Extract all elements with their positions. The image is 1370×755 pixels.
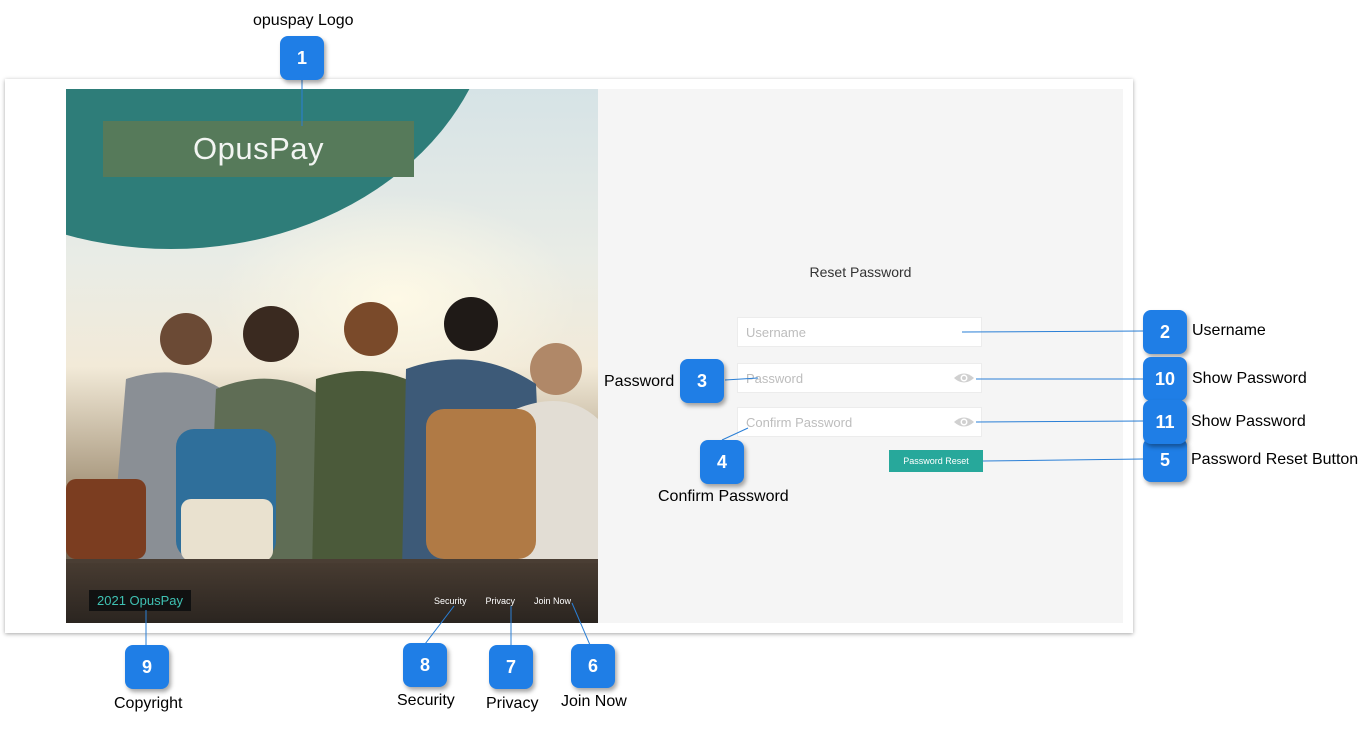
callout-label-10: Show Password	[1192, 370, 1307, 387]
callout-badge-10: 10	[1143, 357, 1187, 401]
callout-label-8: Security	[397, 692, 455, 709]
security-link[interactable]: Security	[434, 596, 467, 606]
callout-badge-2: 2	[1143, 310, 1187, 354]
callout-label-1: opuspay Logo	[253, 12, 354, 29]
callout-badge-4: 4	[700, 440, 744, 484]
callout-badge-6: 6	[571, 644, 615, 688]
password-field	[737, 363, 982, 393]
username-field	[737, 317, 982, 347]
show-confirm-password-eye-icon[interactable]	[953, 414, 975, 430]
confirm-password-input[interactable]	[738, 408, 954, 436]
callout-badge-9: 9	[125, 645, 169, 689]
callout-label-2: Username	[1192, 322, 1266, 339]
callout-label-3: Password	[604, 373, 675, 390]
copyright-text: 2021 OpusPay	[89, 590, 192, 611]
form-title: Reset Password	[809, 264, 912, 280]
reset-form-panel: Reset Password Password Reset	[598, 89, 1123, 623]
password-input[interactable]	[738, 364, 954, 392]
callout-label-7: Privacy	[486, 695, 539, 712]
callout-label-6: Join Now	[561, 693, 627, 710]
show-password-eye-icon[interactable]	[953, 370, 975, 386]
callout-label-9: Copyright	[114, 695, 183, 712]
callout-label-11: Show Password	[1191, 413, 1306, 430]
callout-badge-5: 5	[1143, 438, 1187, 482]
confirm-password-field	[737, 407, 982, 437]
callout-label-4: Confirm Password	[658, 488, 789, 505]
username-input[interactable]	[738, 318, 954, 346]
callout-badge-3: 3	[680, 359, 724, 403]
callout-badge-8: 8	[403, 643, 447, 687]
password-reset-button[interactable]: Password Reset	[889, 450, 983, 472]
callout-badge-1: 1	[280, 36, 324, 80]
privacy-link[interactable]: Privacy	[486, 596, 516, 606]
callout-badge-11: 11	[1143, 400, 1187, 444]
opuspay-logo[interactable]: OpusPay	[103, 121, 414, 177]
hero-image-panel: OpusPay 2021 OpusPay Security Privacy Jo…	[66, 89, 598, 623]
callout-label-5: Password Reset Button	[1191, 451, 1359, 468]
footer-links: Security Privacy Join Now	[434, 596, 571, 606]
join-now-link[interactable]: Join Now	[534, 596, 571, 606]
callout-badge-7: 7	[489, 645, 533, 689]
